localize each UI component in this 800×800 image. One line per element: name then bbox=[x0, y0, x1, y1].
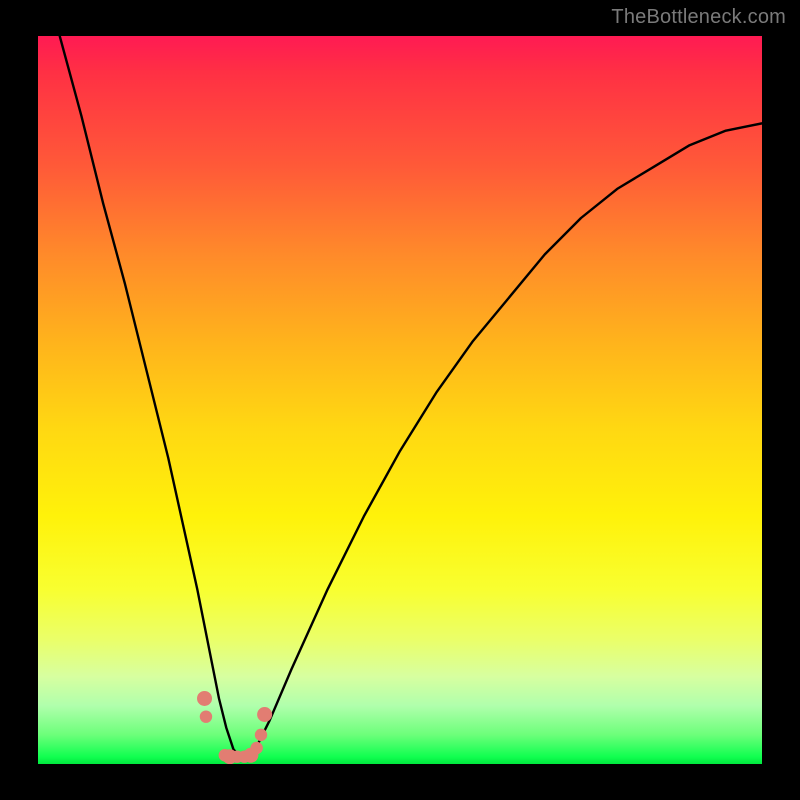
valley-marker-dot bbox=[200, 710, 212, 722]
watermark-text: TheBottleneck.com bbox=[611, 6, 786, 29]
valley-marker-dot bbox=[257, 707, 272, 722]
curve-layer bbox=[38, 36, 762, 764]
valley-marker-dot bbox=[250, 742, 262, 754]
bottleneck-curve-path bbox=[60, 36, 762, 757]
valley-markers bbox=[197, 691, 272, 764]
valley-marker-dot bbox=[255, 729, 267, 741]
plot-area bbox=[38, 36, 762, 764]
bottleneck-curve bbox=[60, 36, 762, 757]
chart-frame: TheBottleneck.com bbox=[0, 0, 800, 800]
valley-marker-dot bbox=[197, 691, 212, 706]
